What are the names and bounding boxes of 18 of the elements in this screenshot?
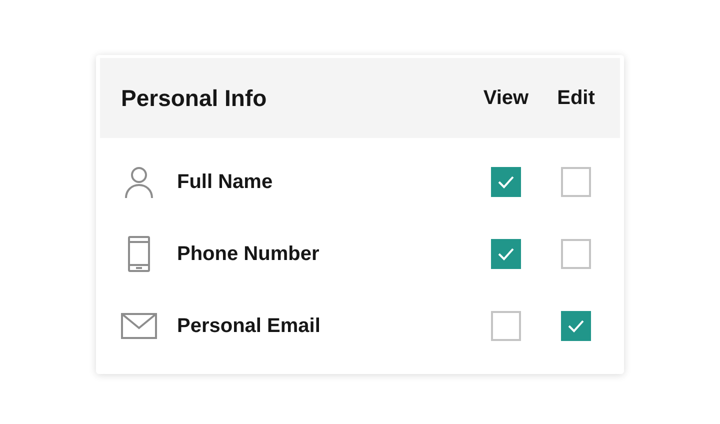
envelope-icon xyxy=(121,313,157,339)
checkbox[interactable] xyxy=(491,167,521,197)
checkbox[interactable] xyxy=(561,167,591,197)
column-header: View xyxy=(482,86,530,111)
checkmark-icon xyxy=(497,247,515,261)
section-title: Personal Info xyxy=(121,84,268,113)
checkbox[interactable] xyxy=(491,311,521,341)
checkbox[interactable] xyxy=(561,311,591,341)
checkbox[interactable] xyxy=(491,239,521,269)
field-label: Full Name xyxy=(177,170,274,195)
phone-icon xyxy=(127,236,151,272)
field-label: Phone Number xyxy=(177,242,320,267)
person-icon xyxy=(124,165,154,199)
checkmark-icon xyxy=(497,175,515,189)
checkmark-icon xyxy=(567,319,585,333)
checkbox[interactable] xyxy=(561,239,591,269)
field-label: Personal Email xyxy=(177,314,322,339)
column-header: Edit xyxy=(556,86,596,111)
